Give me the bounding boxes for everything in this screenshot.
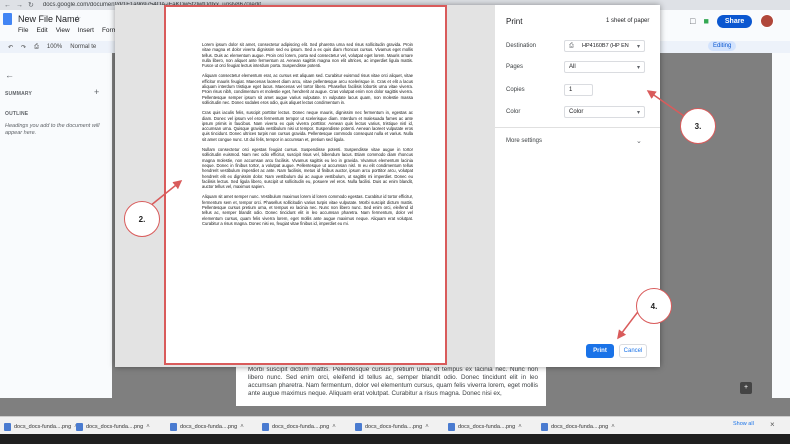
download-item[interactable]: docs_docs-funda....png˄ <box>4 420 78 434</box>
meet-icon[interactable]: ■ <box>703 16 708 26</box>
copies-value: 1 <box>569 87 573 93</box>
annotation-callout-4: 4. <box>636 288 672 324</box>
menu-edit[interactable]: Edit <box>36 27 47 34</box>
color-value: Color <box>569 109 584 115</box>
file-icon <box>541 423 548 431</box>
print-settings-panel <box>495 5 660 367</box>
preview-paragraph: Aliquam consectetur elementum erat, ac c… <box>202 73 413 105</box>
file-icon <box>262 423 269 431</box>
back-arrow-icon[interactable]: ← <box>5 70 14 80</box>
forward-icon[interactable]: → <box>16 2 23 9</box>
document-title[interactable]: New File Name <box>18 14 80 24</box>
document-body-text[interactable]: Morbi suscipit dictum mattis. Pellentesq… <box>248 366 538 398</box>
summary-heading: SUMMARY <box>5 91 33 97</box>
download-item[interactable]: docs_docs-funda....png˄ <box>262 420 336 434</box>
side-rail <box>772 53 790 398</box>
download-item-label: docs_docs-funda....png <box>458 424 516 430</box>
copies-label: Copies <box>506 87 525 93</box>
add-summary-icon[interactable]: + <box>94 87 99 97</box>
download-item[interactable]: docs_docs-funda....png˄ <box>448 420 522 434</box>
close-icon[interactable]: × <box>770 420 775 429</box>
explore-icon[interactable]: + <box>740 382 752 394</box>
download-item[interactable]: docs_docs-funda....png˄ <box>76 420 150 434</box>
preview-page-text: Lorem ipsum dolor sit amet, consectetur … <box>202 42 413 231</box>
cancel-button[interactable]: Cancel <box>619 344 647 358</box>
color-label: Color <box>506 109 521 115</box>
avatar[interactable] <box>760 14 775 28</box>
download-item[interactable]: docs_docs-funda....png˄ <box>170 420 244 434</box>
os-taskbar <box>0 434 790 444</box>
zoom-select[interactable]: 100% <box>47 44 62 50</box>
print-icon[interactable]: ⎙ <box>34 44 39 51</box>
chevron-up-icon[interactable]: ˄ <box>611 424 615 430</box>
reload-icon[interactable]: ↻ <box>28 1 34 9</box>
menu-insert[interactable]: Insert <box>78 27 94 34</box>
chevron-up-icon[interactable]: ˄ <box>425 424 429 430</box>
preview-paragraph: Aliquam sit amet semper nunc. Vestibulum… <box>202 194 413 226</box>
sheet-count: 1 sheet of paper <box>606 18 650 24</box>
back-icon[interactable]: ← <box>4 2 11 9</box>
preview-paragraph: Cras quis iaculis felis, suscipit portti… <box>202 110 413 142</box>
menu-bar: File Edit View Insert Format <box>18 27 123 34</box>
preview-paragraph: Lorem ipsum dolor sit amet, consectetur … <box>202 42 413 69</box>
show-all-button[interactable]: Show all <box>733 421 754 427</box>
menu-view[interactable]: View <box>56 27 70 34</box>
annotation-callout-3: 3. <box>680 108 716 144</box>
more-settings-toggle[interactable]: More settings <box>506 138 542 144</box>
share-button[interactable]: Share <box>716 14 753 28</box>
chevron-down-icon: ▾ <box>636 64 640 71</box>
chevron-up-icon[interactable]: ˄ <box>518 424 522 430</box>
chevron-down-icon[interactable]: ⌄ <box>636 137 642 145</box>
style-select[interactable]: Normal te <box>70 44 96 50</box>
divider <box>495 127 660 128</box>
annotation-callout-2: 2. <box>124 201 160 237</box>
redo-icon[interactable]: ↷ <box>21 44 26 51</box>
download-item-label: docs_docs-funda....png <box>551 424 609 430</box>
download-item-label: docs_docs-funda....png <box>86 424 144 430</box>
file-icon <box>76 423 83 431</box>
pages-select[interactable]: All ▾ <box>564 61 645 73</box>
file-icon <box>4 423 11 431</box>
editing-mode-select[interactable]: Editing <box>708 41 737 51</box>
download-item[interactable]: docs_docs-funda....png˄ <box>541 420 615 434</box>
chevron-down-icon: ▾ <box>636 109 640 116</box>
undo-icon[interactable]: ↶ <box>8 44 13 51</box>
download-item-label: docs_docs-funda....png <box>365 424 423 430</box>
copies-input[interactable]: 1 <box>564 84 593 96</box>
outline-panel <box>0 53 112 398</box>
destination-value: HP4160B7 (HP EN <box>582 43 629 49</box>
chevron-up-icon[interactable]: ˄ <box>332 424 336 430</box>
download-item-label: docs_docs-funda....png <box>272 424 330 430</box>
file-icon <box>448 423 455 431</box>
destination-label: Destination <box>506 43 537 49</box>
chevron-up-icon[interactable]: ˄ <box>146 424 150 430</box>
pages-label: Pages <box>506 64 524 70</box>
chevron-up-icon[interactable]: ˄ <box>240 424 244 430</box>
outline-heading: OUTLINE <box>5 111 29 117</box>
file-icon <box>355 423 362 431</box>
outline-note: Headings you add to the document will ap… <box>5 123 100 136</box>
printer-icon: ⎙ <box>569 42 574 49</box>
print-title: Print <box>506 17 523 26</box>
download-item-label: docs_docs-funda....png <box>180 424 238 430</box>
chevron-down-icon: ▾ <box>636 43 640 50</box>
menu-file[interactable]: File <box>18 27 28 34</box>
destination-select[interactable]: ⎙ HP4160B7 (HP EN ▾ <box>564 40 645 52</box>
pages-value: All <box>569 64 576 70</box>
file-icon <box>170 423 177 431</box>
docs-logo-icon[interactable] <box>3 13 12 25</box>
preview-paragraph: Nullam consectetur orci egestas feugiat … <box>202 147 413 190</box>
comment-icon[interactable]: □ <box>690 16 695 26</box>
star-icon[interactable]: ☆ <box>74 14 81 23</box>
download-item-label: docs_docs-funda....png <box>14 424 72 430</box>
header-actions: □ ■ Share <box>690 14 775 28</box>
color-select[interactable]: Color ▾ <box>564 106 645 118</box>
download-item[interactable]: docs_docs-funda....png˄ <box>355 420 429 434</box>
print-button[interactable]: Print <box>586 344 614 358</box>
